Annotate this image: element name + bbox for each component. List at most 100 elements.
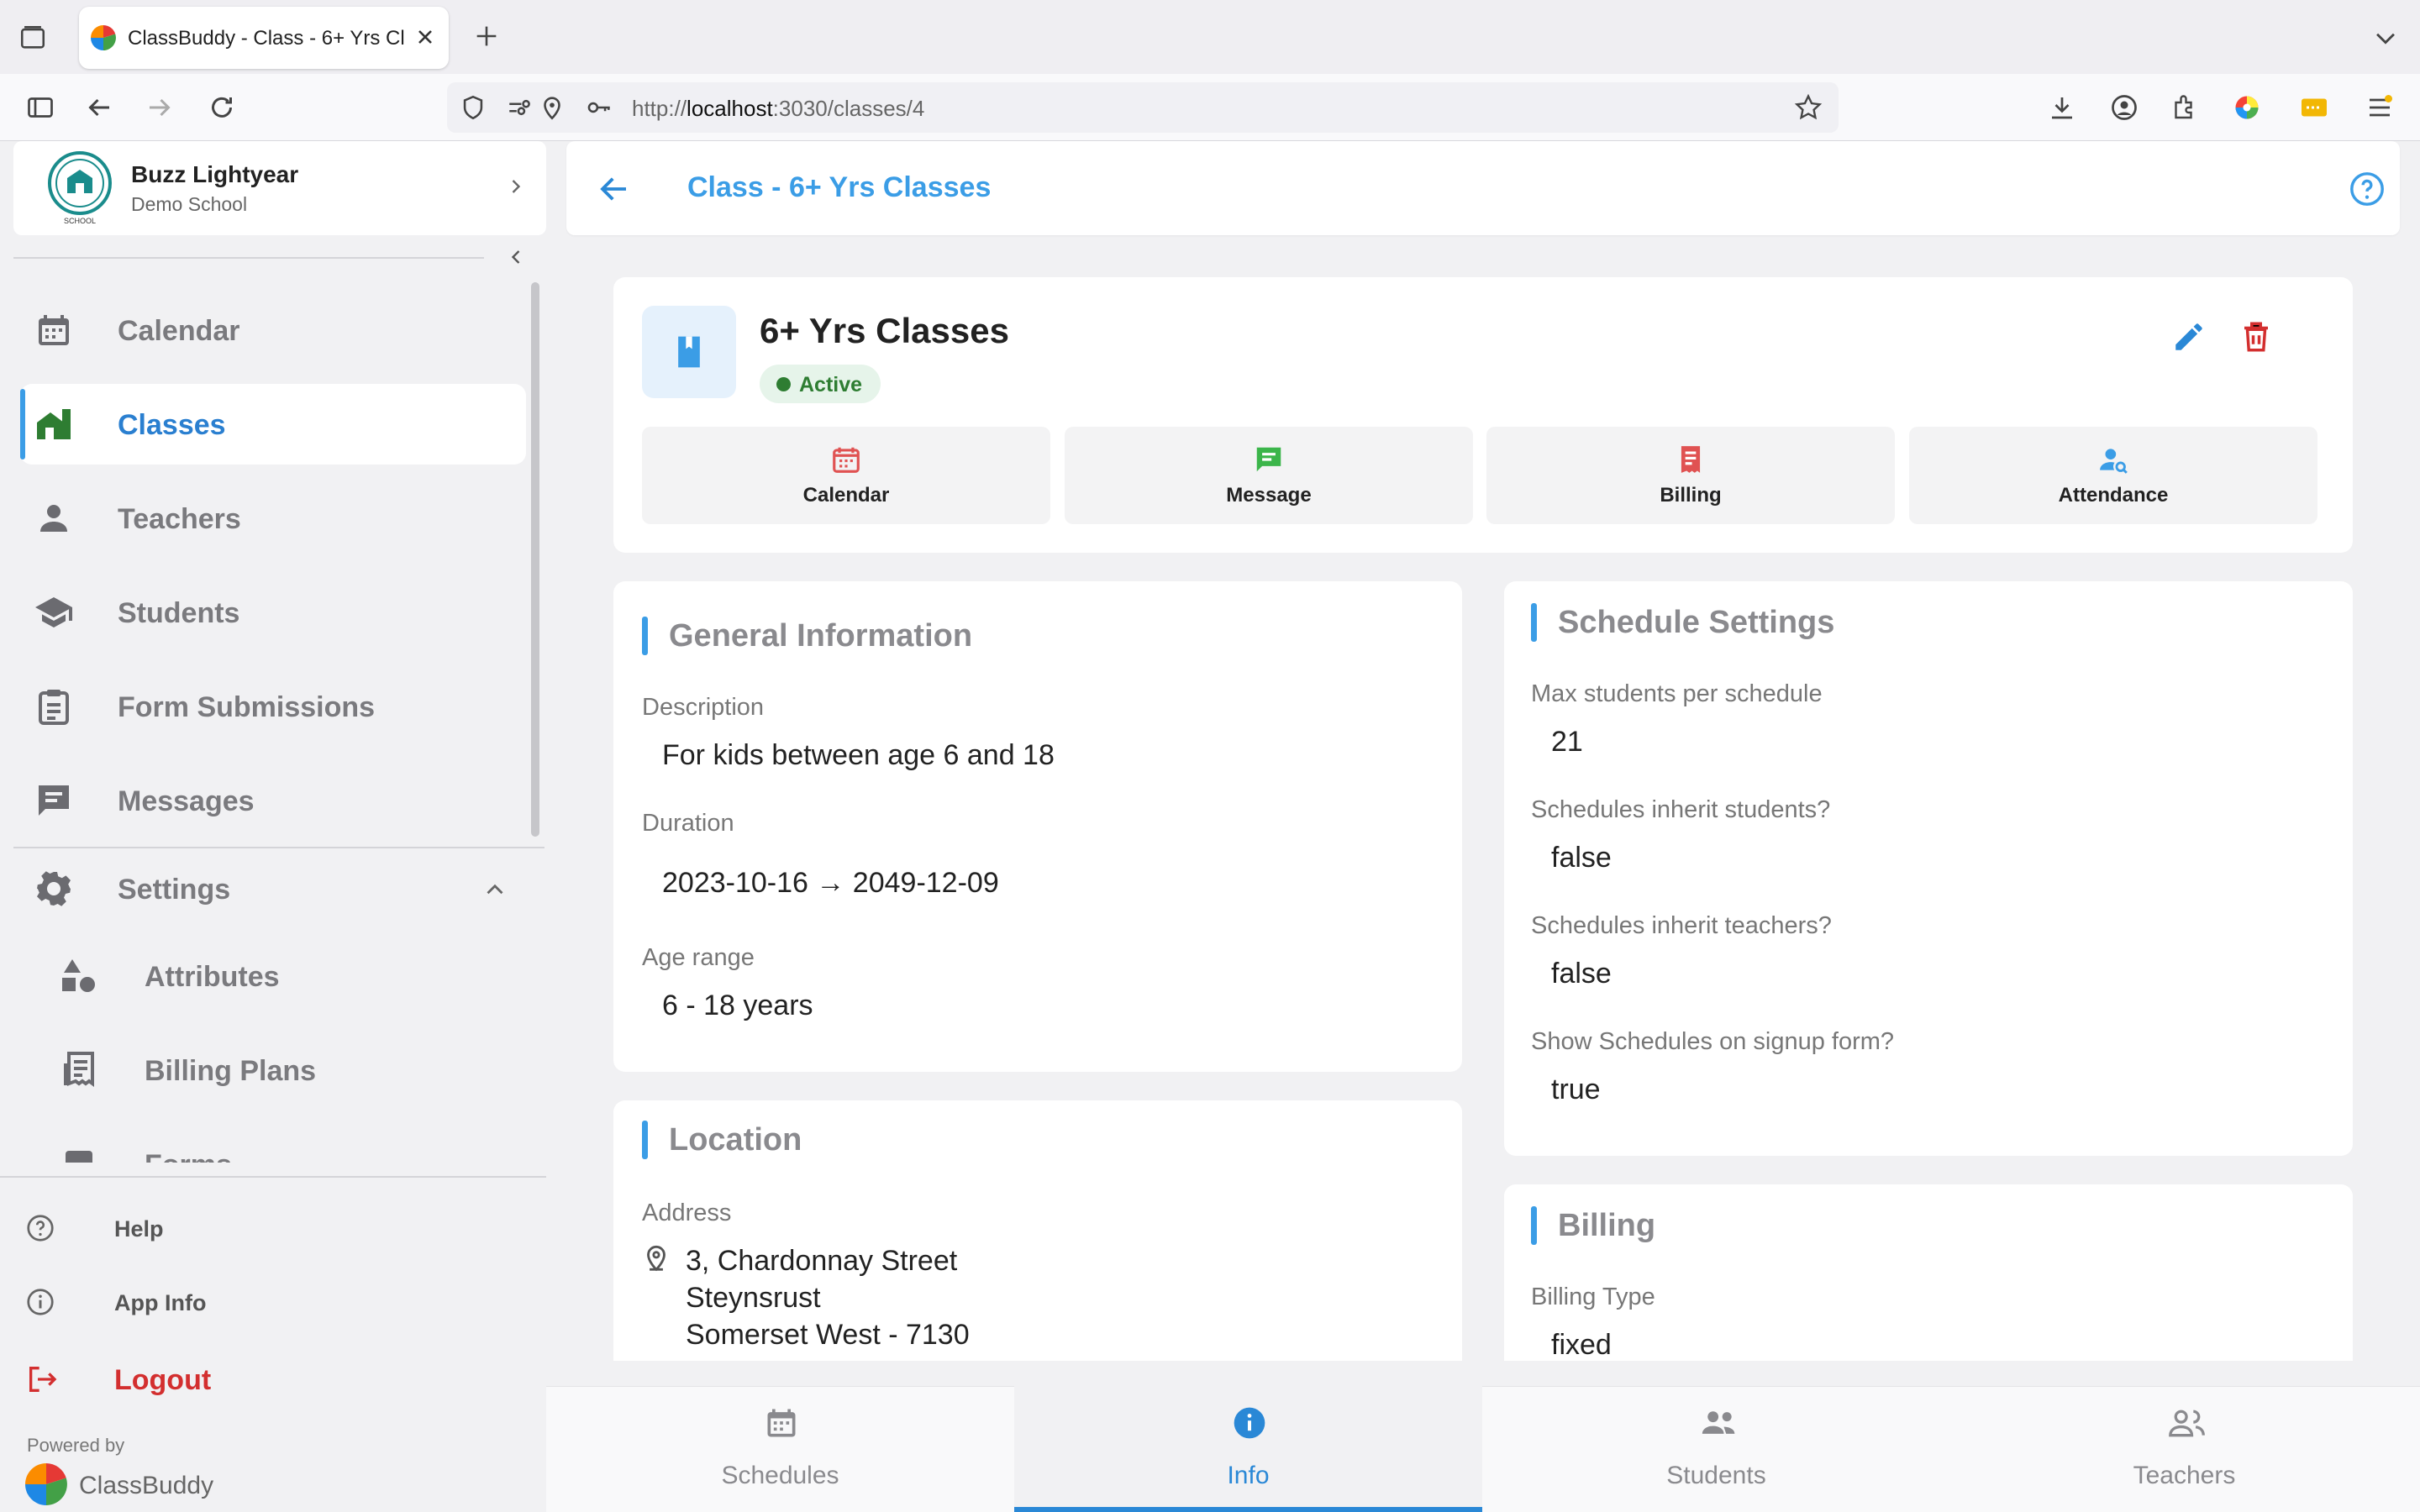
shield-icon[interactable] <box>459 93 487 122</box>
duration-label: Duration <box>642 810 734 837</box>
inherit-teachers-value: false <box>1551 958 1612 990</box>
shapes-icon <box>59 956 99 996</box>
sidebar-item-settings[interactable]: Settings <box>20 848 526 929</box>
calendar-action-button[interactable]: Calendar <box>642 427 1050 524</box>
max-students-label: Max students per schedule <box>1531 680 1823 707</box>
billing-action-label: Billing <box>1660 484 1722 507</box>
receipt-icon <box>1675 444 1707 475</box>
show-signup-label: Show Schedules on signup form? <box>1531 1028 1895 1055</box>
app-menu-icon[interactable] <box>2365 92 2395 123</box>
sidebar-item-classes[interactable]: Classes <box>20 384 526 465</box>
max-students-value: 21 <box>1551 726 1583 758</box>
tab-title: ClassBuddy - Class - 6+ Yrs Cla <box>128 27 405 50</box>
sidebar-item-label: Teachers <box>118 503 241 535</box>
tab-list-icon[interactable] <box>18 24 47 52</box>
sidebar-toggle-icon[interactable] <box>25 92 55 123</box>
sidebar-item-form-submissions[interactable]: Form Submissions <box>20 666 526 747</box>
tab-info[interactable]: Info <box>1014 1386 1482 1512</box>
age-range-value: 6 - 18 years <box>662 990 813 1021</box>
classes-building-icon <box>34 404 74 444</box>
logout-label: Logout <box>114 1364 212 1396</box>
receipt-icon <box>59 1050 99 1090</box>
calendar-icon <box>34 310 74 350</box>
description-value: For kids between age 6 and 18 <box>662 739 1055 771</box>
people-outline-icon <box>2167 1404 2207 1441</box>
password-manager-icon[interactable] <box>2299 92 2329 123</box>
school-logo: SCHOOL <box>42 150 118 227</box>
class-name: 6+ Yrs Classes <box>760 311 1009 350</box>
inherit-students-value: false <box>1551 842 1612 874</box>
color-wheel-extension-icon[interactable] <box>2232 92 2262 123</box>
sidebar-footer-help[interactable]: Help <box>25 1210 277 1252</box>
inherit-students-label: Schedules inherit students? <box>1531 796 1831 823</box>
location-permission-icon[interactable] <box>538 93 566 122</box>
active-tab-indicator <box>1014 1507 1482 1512</box>
app-info-label: App Info <box>114 1290 207 1315</box>
sidebar-item-label: Billing Plans <box>145 1055 317 1087</box>
logout-button[interactable]: Logout <box>25 1357 277 1404</box>
collapse-sidebar-icon[interactable] <box>504 245 528 269</box>
description-label: Description <box>642 694 765 721</box>
tab-label: Students <box>1666 1462 1766 1489</box>
delete-icon[interactable] <box>2238 319 2274 354</box>
forms-icon <box>59 1144 99 1163</box>
section-accent-bar <box>642 617 648 655</box>
section-accent-bar <box>1531 1206 1537 1245</box>
url-bar[interactable]: http://localhost:3030/classes/4 <box>447 82 1839 133</box>
message-action-button[interactable]: Message <box>1065 427 1473 524</box>
schedule-settings-card <box>1504 581 2353 1156</box>
profile-name: Buzz Lightyear <box>131 161 299 187</box>
sidebar-item-teachers[interactable]: Teachers <box>20 478 526 559</box>
key-icon[interactable] <box>585 93 613 122</box>
sidebar-item-attributes[interactable]: Attributes <box>20 936 526 1016</box>
sidebar-item-billing-plans[interactable]: Billing Plans <box>20 1030 526 1110</box>
permissions-icon[interactable] <box>506 93 534 122</box>
extensions-icon[interactable] <box>2170 92 2200 123</box>
profile-switcher[interactable]: SCHOOL Buzz Lightyear Demo School <box>13 141 546 235</box>
reload-icon[interactable] <box>207 92 237 123</box>
person-search-icon <box>2097 444 2129 475</box>
sidebar-item-messages[interactable]: Messages <box>20 760 526 841</box>
back-arrow-icon[interactable] <box>597 171 632 207</box>
sidebar-item-forms[interactable]: Forms <box>20 1124 526 1163</box>
info-icon <box>1231 1404 1268 1441</box>
tab-schedules[interactable]: Schedules <box>546 1386 1014 1512</box>
sidebar-divider <box>0 1176 546 1178</box>
url-text: http://localhost:3030/classes/4 <box>632 96 925 121</box>
attendance-action-label: Attendance <box>2058 484 2169 507</box>
tab-teachers[interactable]: Teachers <box>1950 1386 2418 1512</box>
status-dot <box>776 377 791 391</box>
sidebar-item-students[interactable]: Students <box>20 572 526 653</box>
sidebar-item-calendar[interactable]: Calendar <box>20 290 526 370</box>
sidebar-item-label: Attributes <box>145 961 280 993</box>
calendar-icon <box>763 1404 800 1441</box>
new-tab-icon[interactable] <box>472 22 501 50</box>
forward-icon[interactable] <box>145 92 175 123</box>
sidebar-scrollbar[interactable] <box>531 282 539 837</box>
location-title: Location <box>669 1122 802 1158</box>
chat-icon <box>1253 444 1285 475</box>
billing-action-button[interactable]: Billing <box>1486 427 1895 524</box>
sidebar-divider <box>13 257 484 259</box>
edit-icon[interactable] <box>2171 319 2207 354</box>
downloads-icon[interactable] <box>2047 92 2077 123</box>
schedule-settings-title: Schedule Settings <box>1558 605 1835 640</box>
account-icon[interactable] <box>2109 92 2139 123</box>
tab-label: Info <box>1227 1462 1270 1489</box>
calendar-icon <box>830 444 862 475</box>
sidebar-clip: Forms <box>20 1124 526 1163</box>
tab-overflow-chevron-icon[interactable] <box>2371 24 2400 52</box>
tab-students[interactable]: Students <box>1482 1386 1950 1512</box>
logout-icon <box>25 1362 59 1396</box>
help-icon[interactable] <box>2348 170 2386 208</box>
classbuddy-logo-icon <box>25 1463 67 1505</box>
attendance-action-button[interactable]: Attendance <box>1909 427 2317 524</box>
active-indicator <box>20 389 25 459</box>
sidebar-footer-app-info[interactable]: App Info <box>25 1284 277 1326</box>
browser-tab[interactable]: ClassBuddy - Class - 6+ Yrs Cla <box>79 7 449 69</box>
bookmark-star-icon[interactable] <box>1793 92 1823 123</box>
address-label: Address <box>642 1200 732 1226</box>
profile-school: Demo School <box>131 193 248 215</box>
close-tab-icon[interactable] <box>413 25 437 49</box>
back-icon[interactable] <box>84 92 114 123</box>
